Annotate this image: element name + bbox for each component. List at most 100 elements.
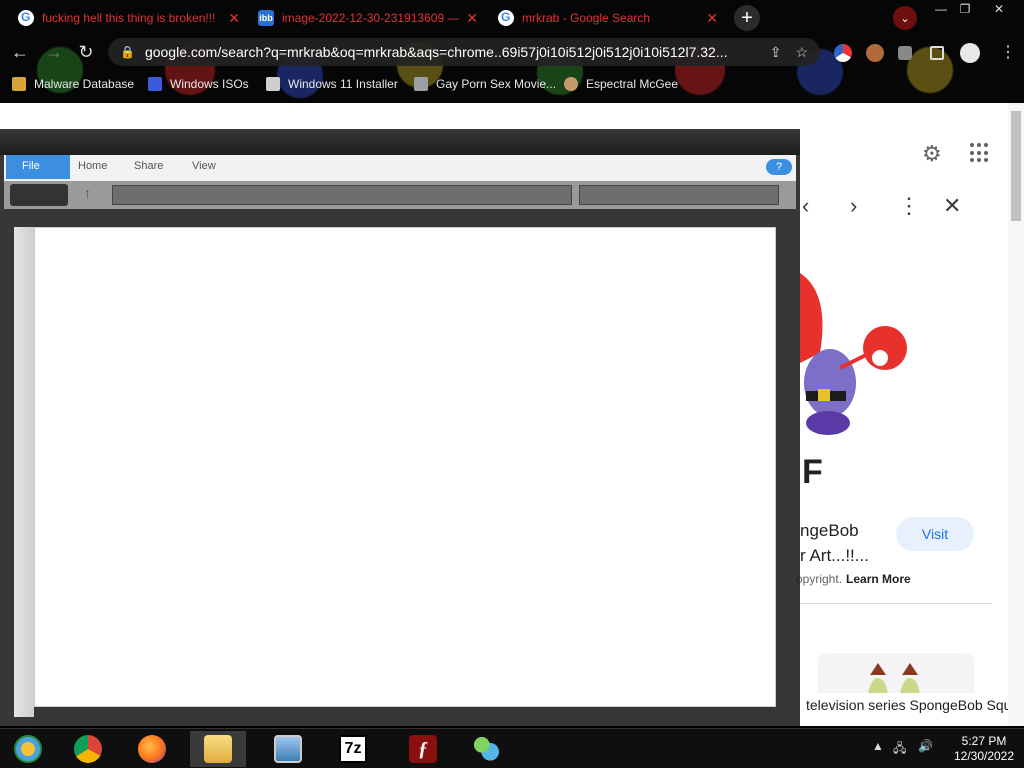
tab-strip: fucking hell this thing is broken!!! ✕ i…	[0, 0, 1024, 34]
extension-icon[interactable]	[834, 44, 852, 62]
google-icon	[18, 10, 34, 26]
learn-more-link[interactable]: Learn More	[846, 572, 911, 586]
desktop-screen: fucking hell this thing is broken!!! ✕ i…	[0, 0, 1024, 768]
x-icon	[148, 77, 162, 91]
bookmarks-bar: Malware Database Windows ISOs Windows 11…	[0, 72, 1024, 96]
folder-icon	[204, 735, 232, 763]
side-panel-icon[interactable]	[930, 46, 944, 60]
taskbar-chrome[interactable]	[60, 731, 116, 767]
avatar-icon	[564, 77, 578, 91]
menu-kebab-icon[interactable]: ⋮	[996, 40, 1020, 64]
extension-avatar-icon[interactable]	[866, 44, 884, 62]
panel-prev-icon[interactable]: ‹	[802, 193, 809, 219]
reload-button[interactable]: ↻	[74, 40, 98, 64]
network-icon[interactable]: 🖧	[893, 739, 906, 760]
browser-chrome: fucking hell this thing is broken!!! ✕ i…	[0, 0, 1024, 103]
bookmark-label: Windows ISOs	[170, 77, 249, 91]
explorer-address-box[interactable]	[112, 185, 572, 205]
tab-3-close-icon[interactable]: ✕	[706, 10, 718, 27]
panel-divider	[796, 603, 992, 604]
address-bar[interactable]: 🔒 google.com/search?q=mrkrab&oq=mrkrab&a…	[108, 38, 820, 66]
volume-icon[interactable]: 🔊	[918, 739, 933, 753]
panel-logo-text: F	[802, 453, 823, 491]
taskbar-messenger[interactable]	[458, 731, 514, 767]
result-title-line-1: ngeBob	[800, 521, 859, 540]
bookmark-label: Espectral McGee	[586, 77, 679, 91]
bookmark-label: Gay Porn Sex Movie...	[436, 77, 557, 91]
visit-button[interactable]: Visit	[896, 517, 974, 551]
mr-krabs-image[interactable]: F	[800, 233, 976, 498]
scrollbar-thumb[interactable]	[1011, 111, 1021, 221]
tab-2[interactable]: ibb image-2022-12-30-231913609 — ✕	[250, 4, 486, 32]
taskbar-firefox[interactable]	[124, 731, 180, 767]
system-clock[interactable]: 5:27 PM 12/30/2022	[944, 734, 1024, 764]
start-button[interactable]	[0, 731, 56, 767]
bookmark-label: Malware Database	[34, 77, 135, 91]
taskbar-7zip[interactable]: 7z	[325, 731, 381, 767]
close-window-button[interactable]: ✕	[984, 0, 1014, 18]
copyright-text: opyright.	[796, 572, 843, 586]
panel-close-icon[interactable]: ✕	[943, 193, 961, 219]
explorer-ribbon: File Home Share View	[4, 155, 796, 181]
tab-3-label: mrkrab - Google Search	[522, 11, 651, 25]
ribbon-tab-file[interactable]: File	[6, 155, 70, 179]
tab-search-button[interactable]: ⌄	[893, 6, 917, 30]
tab-2-label: image-2022-12-30-231913609 —	[282, 11, 460, 25]
bookmark-windows-11-installer[interactable]: Windows 11 Installer	[266, 75, 398, 93]
panel-next-icon[interactable]: ›	[850, 193, 857, 219]
bookmark-malware-database[interactable]: Malware Database	[12, 75, 134, 93]
image-caption: television series SpongeBob Squ	[800, 693, 1016, 717]
taskbar-photos[interactable]	[260, 731, 316, 767]
result-title[interactable]: ngeBob r Art...!!...	[800, 518, 869, 568]
share-icon[interactable]: ⇪	[770, 44, 782, 61]
explorer-content-area[interactable]	[34, 227, 776, 707]
explorer-nav-buttons[interactable]	[10, 184, 68, 206]
taskbar-flash[interactable]: ƒ	[395, 731, 451, 767]
start-orb-icon	[14, 735, 42, 763]
bookmark-star-icon[interactable]: ☆	[795, 44, 808, 61]
7zip-icon: 7z	[339, 735, 367, 763]
bookmark-windows-isos[interactable]: Windows ISOs	[148, 75, 249, 93]
bookmark-site[interactable]: Gay Porn Sex Movie...	[414, 75, 556, 93]
explorer-titlebar[interactable]	[0, 129, 800, 155]
bookmark-espectral-mcgee[interactable]: Espectral McGee	[564, 75, 678, 93]
up-arrow-icon[interactable]: ↑	[84, 185, 91, 201]
page-scrollbar[interactable]	[1008, 103, 1024, 726]
bookmark-label: Windows 11 Installer	[288, 77, 398, 91]
url-text: google.com/search?q=mrkrab&oq=mrkrab&aqs…	[144, 44, 728, 60]
firefox-icon	[138, 735, 166, 763]
panel-more-icon[interactable]: ⋮	[898, 193, 920, 219]
tab-3-active[interactable]: mrkrab - Google Search ✕	[490, 4, 726, 32]
explorer-nav-pane	[14, 227, 34, 717]
new-tab-button[interactable]: +	[734, 5, 760, 31]
page-icon	[266, 77, 280, 91]
ribbon-tab-share[interactable]: Share	[134, 160, 163, 172]
site-icon	[414, 77, 428, 91]
taskbar: 7z ƒ ▲ 🖧 🔊 5:27 PM 12/30/2022	[0, 728, 1024, 768]
tab-2-close-icon[interactable]: ✕	[466, 10, 478, 27]
settings-gear-icon[interactable]: ⚙	[922, 141, 942, 167]
back-button[interactable]: ←	[8, 40, 32, 64]
tab-1-close-icon[interactable]: ✕	[228, 10, 240, 27]
messenger-icon	[472, 735, 500, 763]
copyright-line: opyright. Learn More	[796, 572, 911, 586]
clock-date: 12/30/2022	[953, 749, 1015, 763]
explorer-address-row: ↑	[4, 181, 796, 209]
taskbar-file-explorer[interactable]	[190, 731, 246, 767]
forward-button[interactable]: →	[42, 40, 66, 64]
profile-icon[interactable]	[960, 43, 980, 63]
show-hidden-icons-icon[interactable]: ▲	[872, 739, 884, 753]
restore-button[interactable]: ❐	[950, 0, 980, 18]
tab-1[interactable]: fucking hell this thing is broken!!! ✕	[10, 4, 248, 32]
lock-icon: 🔒	[120, 45, 135, 59]
help-icon[interactable]: ?	[766, 159, 792, 175]
ibb-icon: ibb	[258, 10, 274, 26]
extensions-puzzle-icon[interactable]	[898, 46, 912, 60]
ribbon-tab-home[interactable]: Home	[78, 160, 107, 172]
folder-icon	[12, 77, 26, 91]
ribbon-tab-view[interactable]: View	[192, 160, 216, 172]
file-explorer-window[interactable]: File Home Share View ? ↑	[0, 129, 800, 726]
explorer-search-box[interactable]	[579, 185, 779, 205]
google-apps-icon[interactable]	[970, 143, 990, 163]
google-icon	[498, 10, 514, 26]
